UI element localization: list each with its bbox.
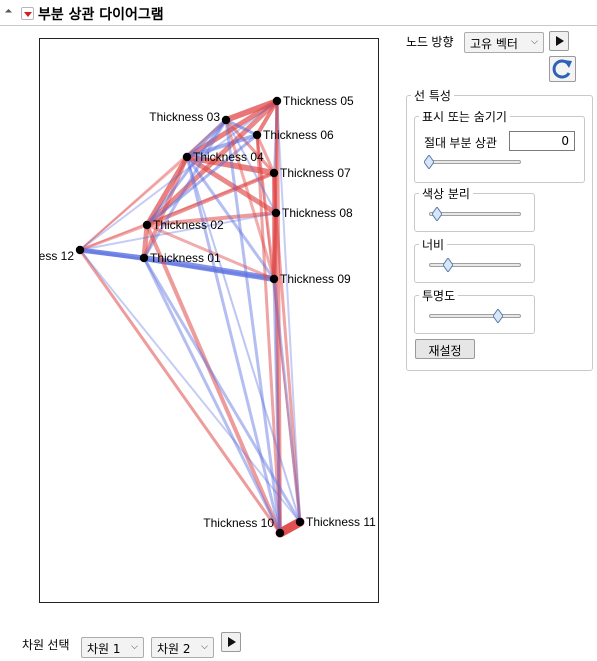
node-thickness-11[interactable] (295, 517, 305, 527)
dimension-2-value: 차원 2 (157, 642, 191, 656)
transparency-title: 투명도 (419, 287, 459, 304)
node-thickness-02[interactable] (142, 220, 152, 230)
abs-corr-slider-thumb[interactable] (424, 155, 434, 169)
node-label-thickness-10: Thickness 10 (203, 516, 274, 530)
node-label-thickness-04: Thickness 04 (193, 150, 264, 164)
apply-direction-button[interactable] (549, 31, 569, 51)
node-thickness-08[interactable] (271, 208, 281, 218)
dimension-select-label: 차원 선택 (22, 638, 70, 652)
node-label-thickness-08: Thickness 08 (282, 206, 353, 220)
abs-corr-slider-track[interactable] (429, 160, 521, 164)
node-label-thickness-05: Thickness 05 (283, 94, 354, 108)
dimension-1-select[interactable]: 차원 1 ⌵ (81, 637, 144, 658)
red-triangle-menu-icon[interactable] (21, 7, 34, 20)
node-label-thickness-03: Thickness 03 (149, 110, 220, 124)
edge-01-04 (142, 155, 189, 260)
node-direction-select[interactable]: 고유 벡터 ⌵ (464, 32, 544, 53)
abs-partial-corr-label: 절대 부분 상관 (424, 136, 497, 150)
node-thickness-04[interactable] (182, 152, 192, 162)
color-separation-title: 색상 분리 (419, 185, 473, 202)
report-title: 부분 상관 다이어그램 (38, 7, 164, 23)
transparency-slider-thumb[interactable] (493, 309, 503, 323)
reset-button[interactable]: 재설정 (415, 339, 475, 359)
node-label-thickness-11: Thickness 11 (306, 515, 376, 529)
node-label-thickness-06: Thickness 06 (263, 128, 334, 142)
chevron-down-icon: ⌵ (201, 642, 208, 652)
width-slider-thumb[interactable] (443, 258, 453, 272)
node-thickness-06[interactable] (252, 130, 262, 140)
node-label-thickness-12: Thickness 12 (40, 249, 74, 263)
partial-correlation-diagram-plot[interactable]: Thickness 01 Thickness 02 Thickness 03 Thic… (39, 38, 379, 603)
edge-03-09 (224, 118, 276, 281)
node-thickness-05[interactable] (272, 96, 282, 106)
edge-01-10 (142, 256, 282, 535)
node-thickness-07[interactable] (269, 168, 279, 178)
transparency-slider-track[interactable] (429, 314, 521, 318)
node-direction-label: 노드 방향 (406, 35, 454, 49)
node-thickness-10[interactable] (275, 528, 285, 538)
apply-dimension-button[interactable] (221, 632, 241, 652)
chevron-down-icon: ⌵ (531, 37, 538, 47)
node-thickness-12[interactable] (75, 245, 85, 255)
diagram-canvas[interactable]: Thickness 01 Thickness 02 Thickness 03 Thic… (40, 39, 380, 604)
dimension-2-select[interactable]: 차원 2 ⌵ (151, 637, 214, 658)
chevron-down-icon: ⌵ (131, 642, 138, 652)
abs-partial-corr-input[interactable]: 0 (509, 131, 575, 151)
edge-01-03 (142, 118, 228, 260)
color-sep-slider-thumb[interactable] (432, 207, 442, 221)
node-label-thickness-07: Thickness 07 (280, 166, 351, 180)
dimension-1-value: 차원 1 (87, 642, 121, 656)
node-thickness-09[interactable] (269, 274, 279, 284)
refresh-icon (552, 59, 572, 79)
node-thickness-01[interactable] (139, 253, 149, 263)
node-label-thickness-01: Thickness 01 (150, 251, 221, 265)
node-label-thickness-09: Thickness 09 (280, 272, 351, 286)
color-sep-slider-track[interactable] (429, 212, 521, 216)
edge-05-08 (275, 100, 278, 214)
node-thickness-03[interactable] (221, 115, 231, 125)
line-properties-title: 선 특성 (411, 87, 454, 104)
node-direction-value: 고유 벡터 (470, 37, 518, 51)
width-title: 너비 (419, 236, 448, 253)
show-hide-title: 표시 또는 숨기기 (419, 108, 510, 125)
node-label-thickness-02: Thickness 02 (153, 218, 224, 232)
refresh-button[interactable] (549, 56, 576, 82)
